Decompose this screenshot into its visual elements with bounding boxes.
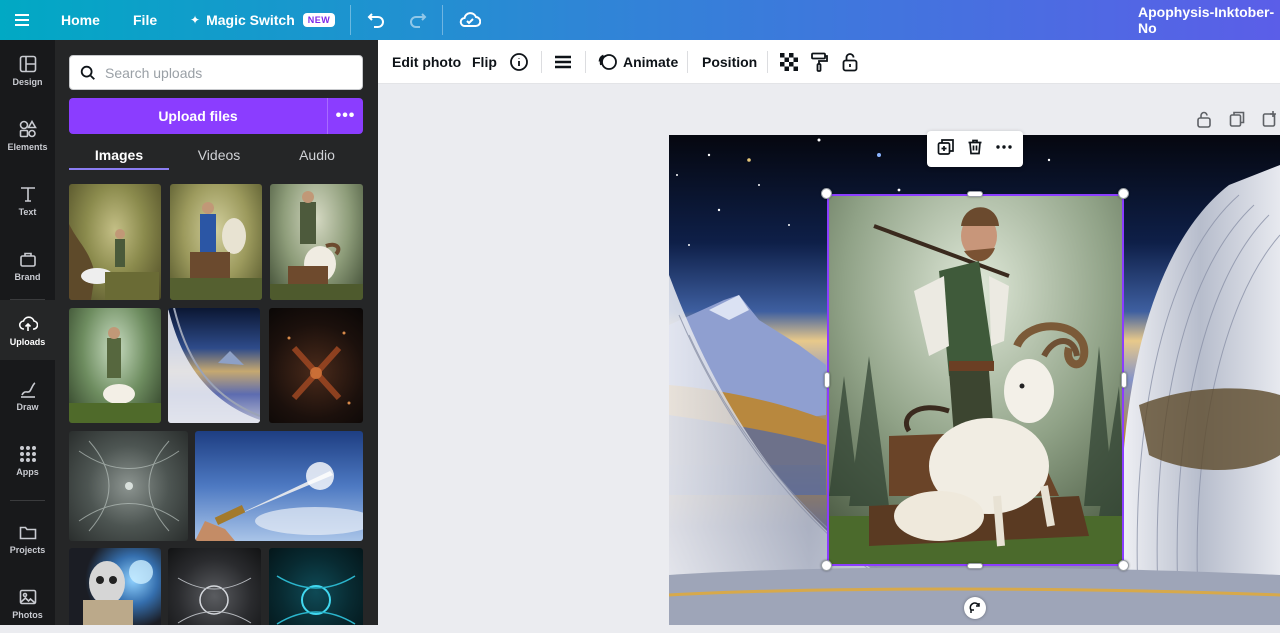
transparency-icon[interactable]	[780, 40, 798, 84]
rotate-icon	[969, 602, 980, 613]
edit-photo-button[interactable]: Edit photo	[392, 40, 461, 84]
ranger-with-goat-image	[829, 196, 1122, 564]
rail-label: Text	[18, 206, 37, 217]
upload-more-button[interactable]: •••	[327, 98, 363, 134]
rail-item-brand[interactable]: Brand	[0, 235, 55, 295]
upload-thumbnail[interactable]	[168, 548, 261, 625]
divider	[767, 51, 768, 73]
layout-icon	[19, 55, 36, 72]
resize-handle-top-right[interactable]	[1118, 188, 1129, 199]
search-input[interactable]	[105, 64, 345, 81]
divider	[585, 51, 586, 73]
resize-handle-bottom[interactable]	[967, 563, 983, 569]
resize-handle-left[interactable]	[824, 372, 830, 388]
tab-indicator	[69, 168, 169, 170]
redo-icon[interactable]	[408, 0, 428, 40]
resize-handle-top-left[interactable]	[821, 188, 832, 199]
delete-icon[interactable]	[966, 138, 984, 161]
animate-label: Animate	[623, 54, 679, 70]
rail-item-draw[interactable]: Draw	[0, 365, 55, 425]
upload-thumbnail[interactable]	[270, 184, 363, 300]
cloud-saved-icon[interactable]	[459, 0, 481, 40]
more-options-icon[interactable]	[995, 138, 1013, 161]
rail-label: Draw	[16, 401, 39, 412]
divider	[10, 500, 45, 501]
rail-label: Uploads	[9, 336, 46, 347]
upload-thumbnail[interactable]	[168, 308, 260, 423]
tab-audio[interactable]: Audio	[267, 140, 367, 170]
upload-files-button[interactable]: Upload files	[69, 98, 327, 134]
document-title[interactable]: Apophysis-Inktober-No	[1138, 0, 1280, 40]
cloud-upload-icon	[18, 315, 38, 331]
divider	[350, 5, 351, 35]
rail-label: Apps	[16, 466, 39, 477]
menu-icon[interactable]	[12, 0, 32, 40]
resize-handle-right[interactable]	[1121, 372, 1127, 388]
magic-switch-label: Magic Switch	[206, 12, 295, 28]
resize-handle-top[interactable]	[967, 191, 983, 197]
image-icon	[19, 589, 36, 604]
rail-item-elements[interactable]: Elements	[0, 105, 55, 165]
divider	[442, 5, 443, 35]
uploads-panel: Upload files ••• Images Videos Audio	[55, 40, 378, 625]
upload-thumbnail[interactable]	[170, 184, 262, 300]
rail-label: Design	[12, 76, 43, 87]
add-page-icon[interactable]	[1262, 110, 1278, 133]
undo-icon[interactable]	[366, 0, 386, 40]
flip-button[interactable]: Flip	[472, 40, 497, 84]
position-button[interactable]: Position	[702, 40, 757, 84]
rail-label: Projects	[9, 544, 46, 555]
magic-switch-button[interactable]: ✦ Magic Switch NEW	[190, 0, 336, 40]
magic-wand-icon: ✦	[190, 13, 201, 27]
folder-icon	[19, 526, 36, 539]
upload-thumbnail[interactable]	[69, 548, 161, 625]
search-icon	[80, 65, 95, 80]
file-menu[interactable]: File	[133, 0, 157, 40]
top-bar: Home File ✦ Magic Switch NEW Apophysis-I…	[0, 0, 1280, 40]
border-style-icon[interactable]	[554, 40, 572, 84]
resize-handle-bottom-left[interactable]	[821, 560, 832, 571]
duplicate-element-icon[interactable]	[937, 138, 955, 161]
rail-label: Photos	[12, 609, 43, 620]
info-icon[interactable]	[509, 40, 529, 84]
upload-thumbnail[interactable]	[69, 184, 161, 300]
upload-thumbnail[interactable]	[69, 431, 188, 541]
search-box[interactable]	[69, 55, 363, 90]
new-badge: NEW	[302, 13, 336, 27]
duplicate-page-icon[interactable]	[1229, 110, 1245, 133]
shapes-icon	[19, 119, 37, 137]
home-link[interactable]: Home	[61, 0, 100, 40]
rail-label: Elements	[7, 141, 48, 152]
side-rail: Design Elements Text Brand Uploads Draw …	[0, 40, 55, 625]
animate-icon	[598, 54, 617, 70]
tab-images[interactable]: Images	[69, 140, 169, 170]
upload-thumbnail[interactable]	[195, 431, 363, 541]
lock-icon[interactable]	[841, 40, 859, 84]
animate-button[interactable]: Animate	[598, 40, 678, 84]
pen-icon	[20, 381, 35, 398]
rail-item-projects[interactable]: Projects	[0, 508, 55, 568]
rotate-handle[interactable]	[964, 597, 986, 619]
rail-item-uploads[interactable]: Uploads	[0, 300, 55, 360]
resize-handle-bottom-right[interactable]	[1118, 560, 1129, 571]
element-floating-toolbar	[927, 131, 1023, 167]
divider	[541, 51, 542, 73]
paint-roller-icon[interactable]	[810, 40, 828, 84]
brand-icon	[19, 252, 36, 267]
text-icon	[20, 186, 35, 202]
rail-item-design[interactable]: Design	[0, 40, 55, 100]
rail-item-text[interactable]: Text	[0, 170, 55, 230]
divider	[687, 51, 688, 73]
apps-grid-icon	[19, 445, 36, 462]
context-toolbar: Edit photo Flip Animate Position	[378, 40, 1280, 84]
rail-item-photos[interactable]: Photos	[0, 573, 55, 633]
rail-item-apps[interactable]: Apps	[0, 430, 55, 490]
rail-label: Brand	[14, 271, 41, 282]
lock-page-icon[interactable]	[1196, 110, 1212, 133]
upload-thumbnail[interactable]	[269, 308, 363, 423]
upload-thumbnail[interactable]	[69, 308, 161, 423]
selected-photo[interactable]	[827, 194, 1124, 566]
tab-videos[interactable]: Videos	[169, 140, 269, 170]
upload-thumbnail[interactable]	[269, 548, 363, 625]
